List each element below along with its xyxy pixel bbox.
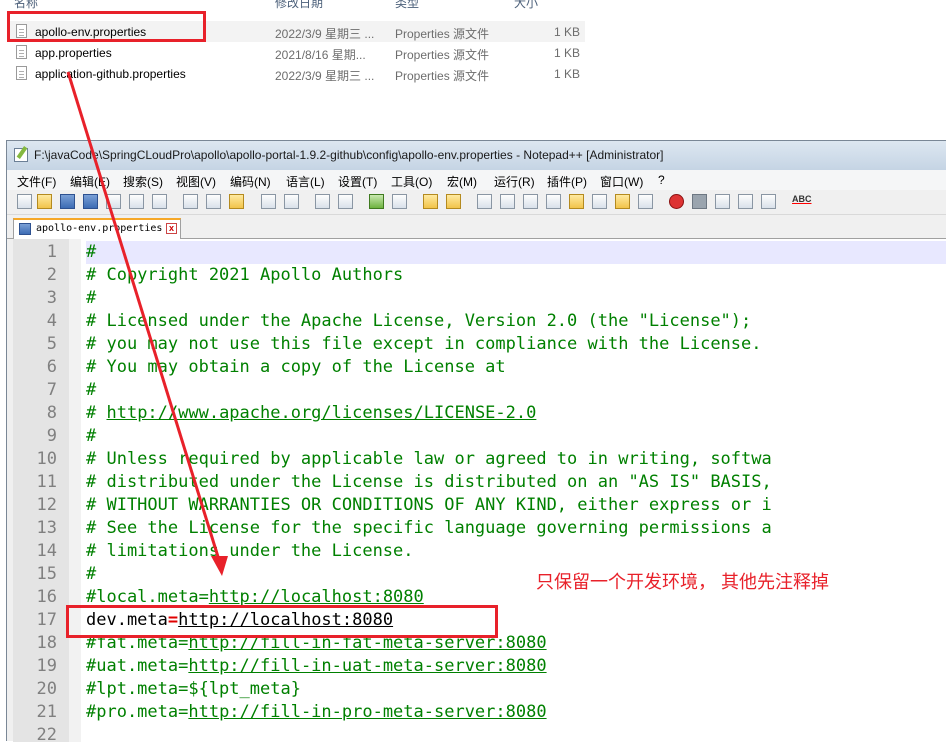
annotation-arrow	[66, 71, 228, 576]
annotation-note: 只保留一个开发环境， 其他先注释掉	[536, 572, 829, 592]
